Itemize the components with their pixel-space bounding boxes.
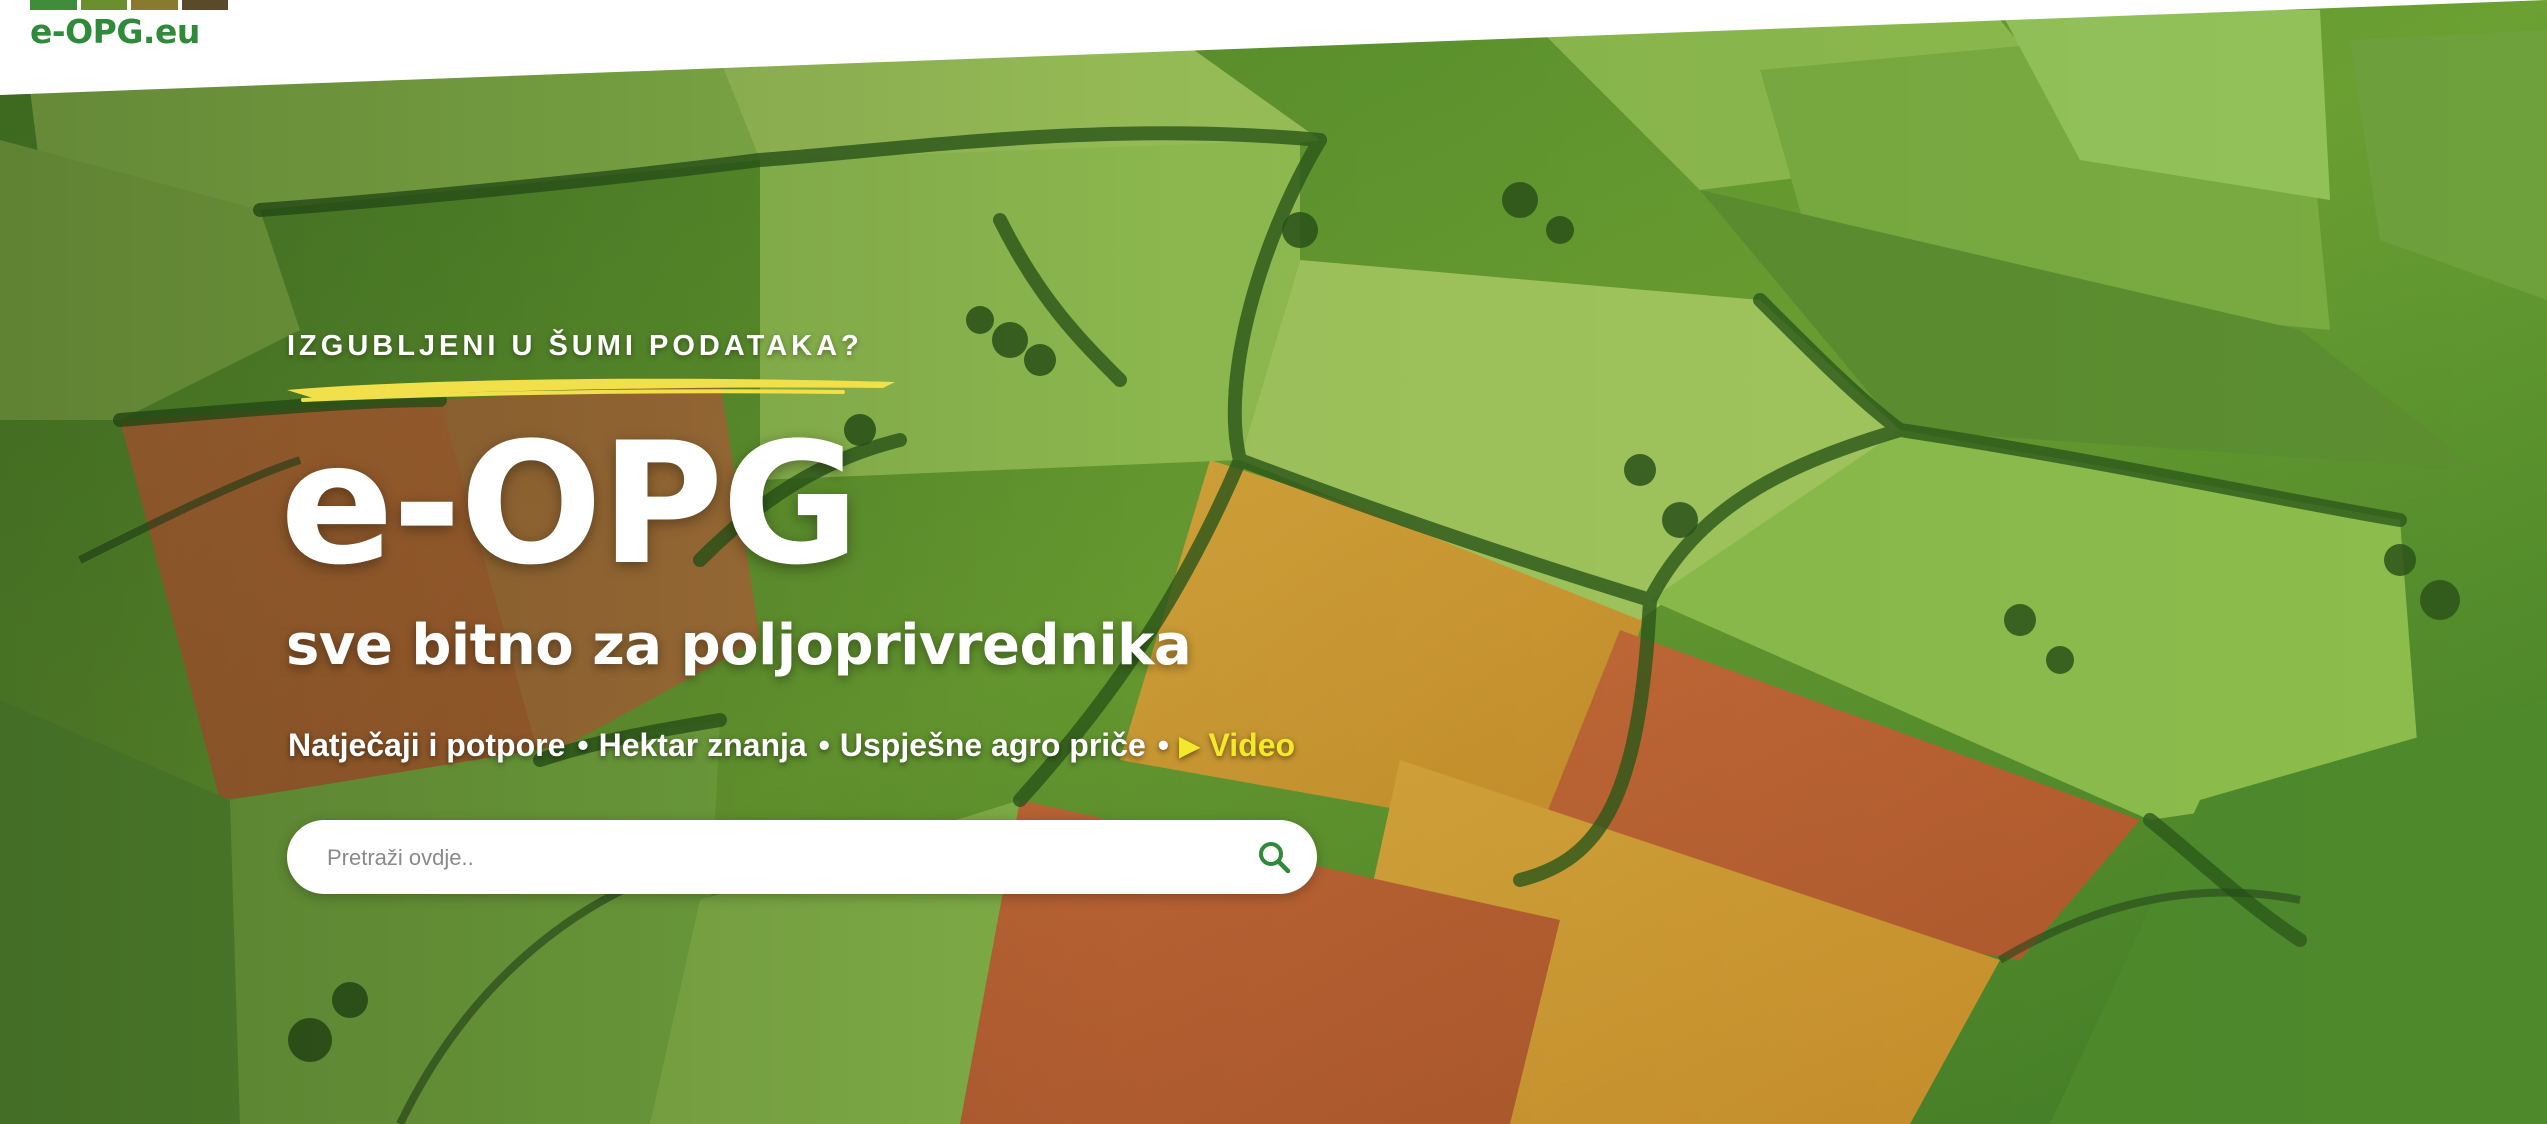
link-video-label: Video — [1208, 727, 1296, 763]
search-bar — [287, 820, 1317, 896]
link-hektar-znanja[interactable]: Hektar znanja — [599, 727, 807, 764]
search-input[interactable] — [325, 820, 1209, 896]
kicker-underline-stroke — [287, 378, 895, 402]
link-separator: • — [818, 727, 830, 763]
link-uspjesne-agro-price[interactable]: Uspješne agro priče — [840, 727, 1146, 764]
link-separator: • — [577, 727, 589, 763]
logo-bar — [131, 0, 178, 10]
hero-banner: e-OPG.eu IZGUBLJENI U ŠUMI PODATAKA? e-O… — [0, 0, 2547, 1124]
play-icon: ▶ — [1178, 730, 1201, 761]
logo-bar — [30, 0, 77, 10]
hero-title: e-OPG — [280, 406, 860, 602]
site-logo[interactable]: e-OPG.eu — [30, 0, 230, 60]
logo-text: e-OPG.eu — [30, 12, 200, 51]
link-separator: • — [1157, 727, 1169, 763]
hero-kicker: IZGUBLJENI U ŠUMI PODATAKA? — [287, 330, 863, 362]
logo-bar — [80, 0, 127, 10]
link-video[interactable]: ▶ Video — [1179, 727, 1295, 764]
header-white-band — [0, 0, 2547, 95]
hero-tagline: sve bitno za poljoprivrednika — [286, 613, 1192, 678]
search-icon — [1259, 842, 1291, 874]
search-button[interactable] — [1251, 834, 1297, 880]
logo-color-bars — [30, 0, 228, 10]
logo-bar — [181, 0, 228, 10]
link-natjecaji-i-potpore[interactable]: Natječaji i potpore — [288, 727, 565, 764]
hero-nav-links: Natječaji i potpore • Hektar znanja • Us… — [288, 727, 1295, 764]
